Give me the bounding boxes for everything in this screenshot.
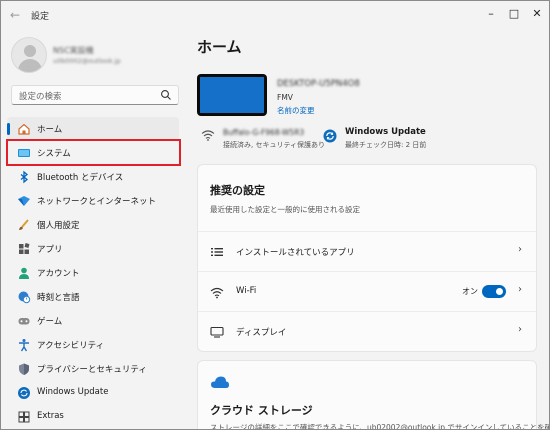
search-input[interactable]: 設定の検索: [11, 85, 179, 105]
selection-indicator: [7, 123, 10, 135]
profile-name: NSC実設機: [53, 46, 94, 55]
row-wifi[interactable]: Wi-Fi オン ›: [198, 271, 536, 311]
windows-update-title[interactable]: Windows Update: [345, 127, 426, 137]
cloud-storage-card: クラウド ストレージ ストレージの詳細をここで確認できるように、ub02002@…: [197, 360, 549, 429]
app-title: 設定: [31, 12, 50, 22]
bluetooth-icon: [20, 170, 29, 184]
shield-icon: [19, 363, 29, 375]
sidebar-item-network[interactable]: ネットワークとインターネット: [7, 189, 179, 213]
sidebar-item-label: Windows Update: [37, 387, 109, 397]
device-name: DESKTOP-U5PN4O8: [277, 79, 360, 89]
sidebar-item-accessibility[interactable]: アクセシビリティ: [7, 333, 179, 357]
wifi-status: 接続済み, セキュリティ保護あり: [223, 141, 326, 149]
card-description: 最近使用した設定と一般的に使用される設定: [210, 205, 360, 214]
sidebar-item-privacy[interactable]: プライバシーとセキュリティ: [7, 357, 179, 381]
chevron-right-icon: ›: [518, 324, 522, 335]
highlight-box: [6, 139, 181, 166]
sidebar-item-label: 時刻と言語: [37, 293, 80, 303]
title-bar: ← 設定 – □ ✕: [1, 1, 549, 29]
wifi-network-name[interactable]: Buffalo-G-F968-W5R3: [223, 128, 304, 137]
recommended-settings-card: 推奨の設定 最近使用した設定と一般的に使用される設定 インストールされているアプ…: [197, 164, 537, 352]
extras-icon: [18, 411, 30, 423]
list-icon: [211, 248, 223, 256]
sidebar-item-label: 個人用設定: [37, 221, 80, 231]
update-icon: [18, 387, 30, 399]
globe-clock-icon: [18, 291, 31, 304]
sidebar-item-label: ホーム: [37, 125, 63, 135]
sidebar-item-label: アプリ: [37, 245, 63, 255]
display-icon: [210, 326, 224, 338]
sidebar-item-bluetooth[interactable]: Bluetooth とデバイス: [7, 165, 179, 189]
sidebar-item-gaming[interactable]: ゲーム: [7, 309, 179, 333]
sidebar-item-label: Bluetooth とデバイス: [37, 173, 124, 183]
sidebar-item-windows-update[interactable]: Windows Update: [7, 381, 179, 405]
toggle-state-label: オン: [462, 287, 478, 296]
row-label: Wi-Fi: [236, 286, 257, 296]
card-title: クラウド ストレージ: [210, 404, 313, 417]
row-display[interactable]: ディスプレイ ›: [198, 311, 536, 351]
wifi-icon: [201, 130, 215, 141]
update-icon: [323, 129, 337, 143]
rename-link[interactable]: 名前の変更: [277, 105, 315, 116]
chevron-right-icon: ›: [518, 244, 522, 255]
brush-icon: [19, 219, 29, 230]
search-icon[interactable]: [160, 89, 172, 101]
wifi-toggle[interactable]: [482, 285, 506, 298]
profile-email: u0b0002@outlook.jp: [53, 57, 121, 65]
close-button[interactable]: ✕: [523, 4, 549, 24]
sidebar-item-home[interactable]: ホーム: [7, 117, 179, 141]
wifi-icon: [210, 287, 224, 299]
avatar[interactable]: [11, 37, 47, 73]
sidebar-item-apps[interactable]: アプリ: [7, 237, 179, 261]
back-arrow-icon[interactable]: ←: [7, 7, 23, 23]
row-installed-apps[interactable]: インストールされているアプリ ›: [198, 231, 536, 271]
search-placeholder: 設定の検索: [19, 92, 62, 102]
device-image: [197, 74, 267, 116]
home-icon: [18, 123, 30, 135]
settings-window: ← 設定 – □ ✕ NSC実設機 u0b0002@outlook.jp 設定の…: [0, 0, 550, 430]
sidebar-item-accounts[interactable]: アカウント: [7, 261, 179, 285]
row-label: インストールされているアプリ: [236, 248, 355, 258]
accessibility-icon: [19, 339, 29, 352]
sidebar-item-personalization[interactable]: 個人用設定: [7, 213, 179, 237]
chevron-right-icon: ›: [518, 284, 522, 295]
sidebar-item-extras[interactable]: Extras: [7, 405, 179, 429]
network-icon: [18, 196, 30, 206]
sidebar-item-label: アクセシビリティ: [37, 341, 105, 351]
sidebar-item-label: Extras: [37, 411, 64, 421]
apps-icon: [19, 243, 30, 254]
sidebar-item-time-language[interactable]: 時刻と言語: [7, 285, 179, 309]
sidebar-item-label: プライバシーとセキュリティ: [37, 365, 147, 375]
person-icon: [19, 267, 29, 279]
page-title: ホーム: [197, 38, 242, 56]
sidebar-item-label: ゲーム: [37, 317, 63, 327]
sidebar-item-label: アカウント: [37, 269, 80, 279]
sidebar-item-label: ネットワークとインターネット: [37, 197, 157, 207]
cloud-icon: [211, 376, 229, 388]
card-title: 推奨の設定: [210, 184, 265, 197]
card-description: ストレージの詳細をここで確認できるように、ub02002@outlook.jp …: [210, 423, 550, 430]
gamepad-icon: [18, 318, 30, 325]
device-model: FMV: [277, 93, 293, 102]
row-label: ディスプレイ: [236, 328, 287, 338]
windows-update-status: 最終チェック日時: 2 日前: [345, 141, 427, 149]
